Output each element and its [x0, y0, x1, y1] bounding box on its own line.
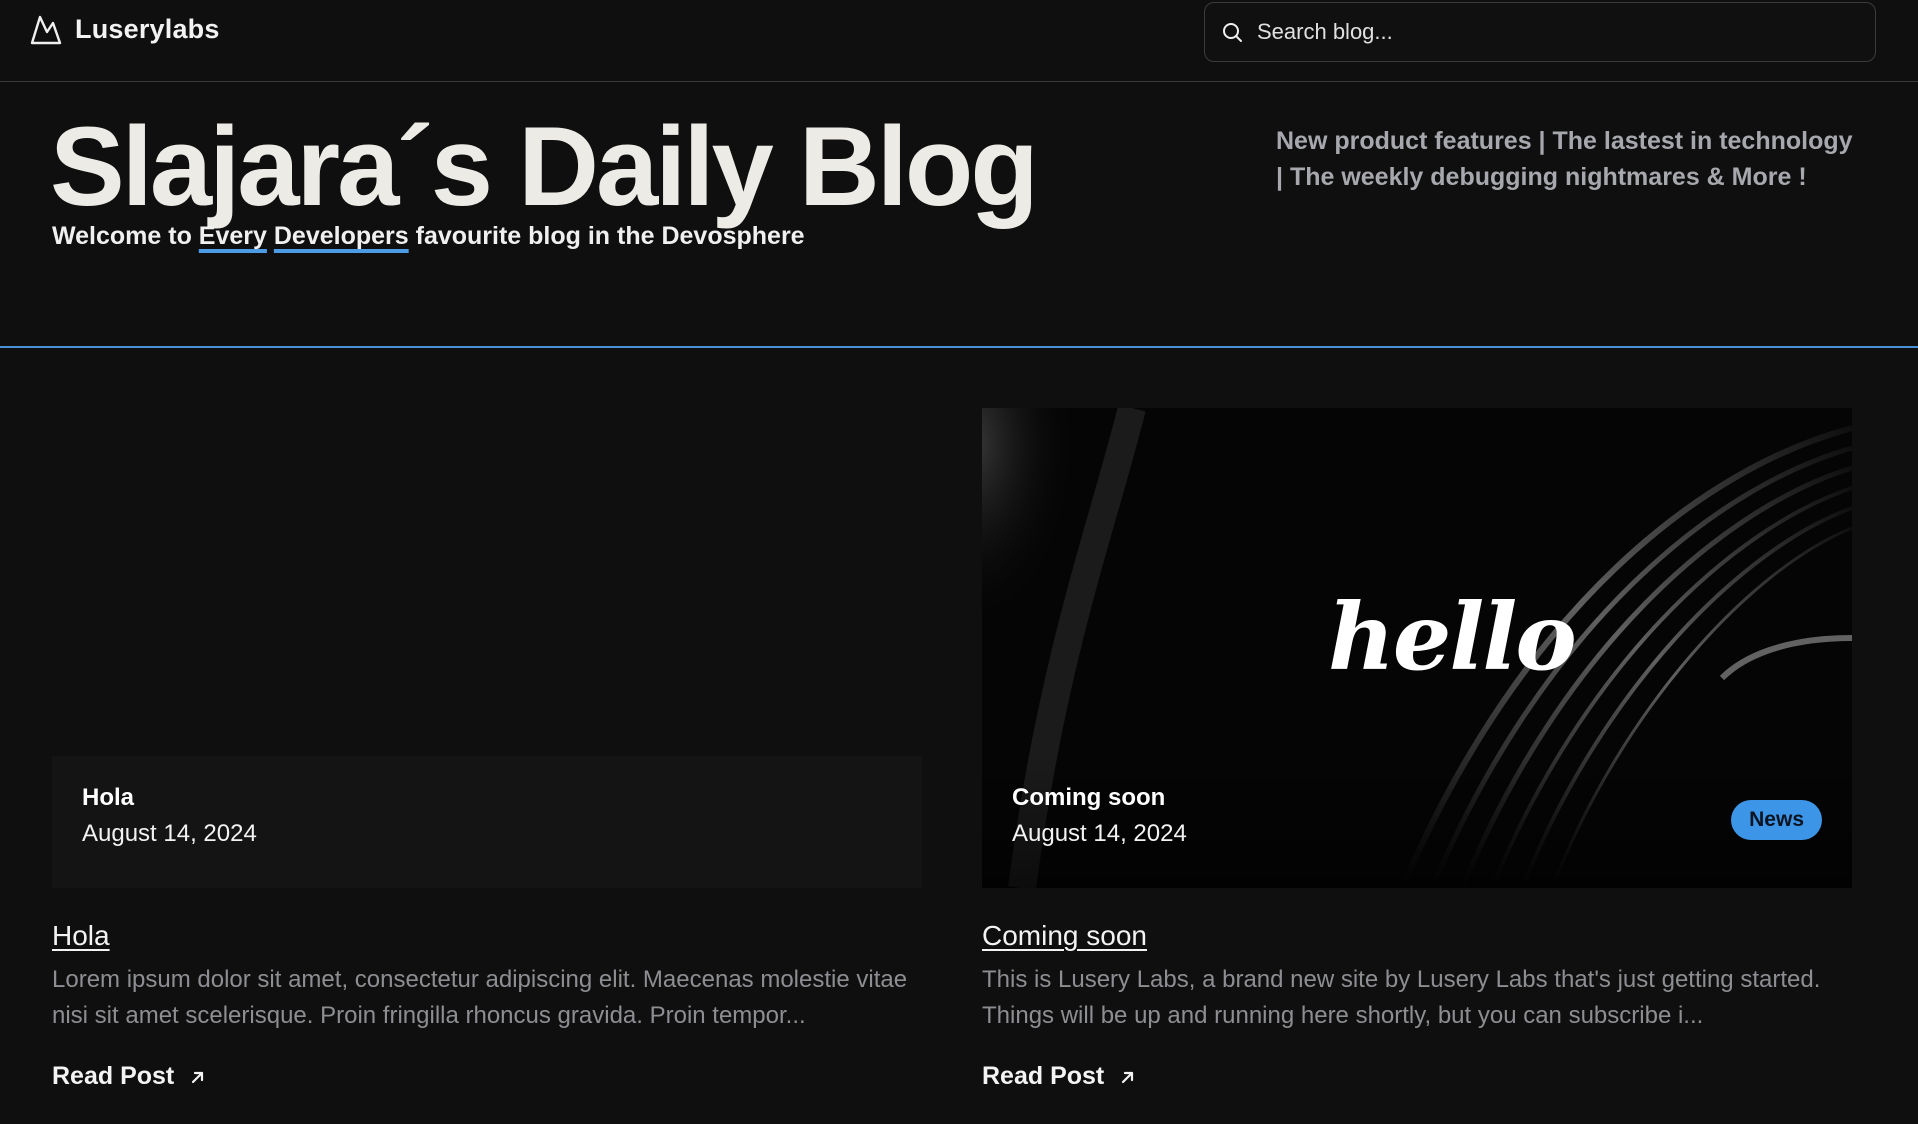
category-badge[interactable]: News [1731, 800, 1822, 840]
post-date: August 14, 2024 [1012, 820, 1187, 847]
post-excerpt: This is Lusery Labs, a brand new site by… [982, 966, 1821, 1029]
cover-image-text: hello [1328, 583, 1577, 691]
search-box[interactable] [1204, 2, 1876, 62]
page-subtitle: Welcome to Every Developers favourite bl… [52, 222, 805, 251]
read-post-label: Read Post [52, 1062, 175, 1090]
post-cover[interactable]: Hola August 14, 2024 [52, 408, 922, 888]
page-tagline: New product features | The lastest in te… [1276, 127, 1853, 191]
post-card[interactable]: hello Coming soon August 14, 2024 News C… [982, 408, 1852, 1091]
subtitle-prefix: Welcome to [52, 222, 199, 250]
arrow-up-right-icon [1122, 1071, 1134, 1083]
section-divider [0, 346, 1918, 348]
post-title-link[interactable]: Coming soon [982, 920, 1852, 952]
subtitle-highlight-every: Every [198, 222, 267, 250]
post-cover-title: Coming soon [1012, 784, 1166, 811]
subtitle-space [267, 222, 274, 250]
post-cover-overlay: Coming soon August 14, 2024 News [982, 756, 1852, 888]
mountain-logo-icon [30, 15, 62, 45]
post-title-link[interactable]: Hola [52, 920, 922, 952]
post-cover-overlay: Hola August 14, 2024 [52, 756, 922, 888]
read-post-button[interactable]: Read Post [982, 1062, 1138, 1091]
post-date: August 14, 2024 [82, 820, 257, 847]
page-title: Slajara´s Daily Blog [50, 104, 1039, 229]
post-excerpt: Lorem ipsum dolor sit amet, consectetur … [52, 966, 908, 1029]
read-post-button[interactable]: Read Post [52, 1062, 208, 1091]
brand-name: Luserylabs [75, 13, 220, 44]
post-card[interactable]: Hola August 14, 2024 Hola Lorem ipsum do… [52, 408, 922, 1091]
search-input[interactable] [1255, 3, 1855, 61]
post-cover[interactable]: hello Coming soon August 14, 2024 News [982, 408, 1852, 888]
brand-link[interactable]: Luserylabs [29, 12, 220, 46]
subtitle-highlight-developers: Developers [273, 222, 409, 250]
search-icon [1223, 23, 1242, 42]
top-navigation-bar: Luserylabs [0, 0, 1918, 82]
subtitle-suffix: favourite blog in the Devosphere [408, 222, 805, 250]
read-post-label: Read Post [982, 1062, 1105, 1090]
arrow-up-right-icon [192, 1071, 204, 1083]
post-cover-title: Hola [82, 784, 135, 811]
